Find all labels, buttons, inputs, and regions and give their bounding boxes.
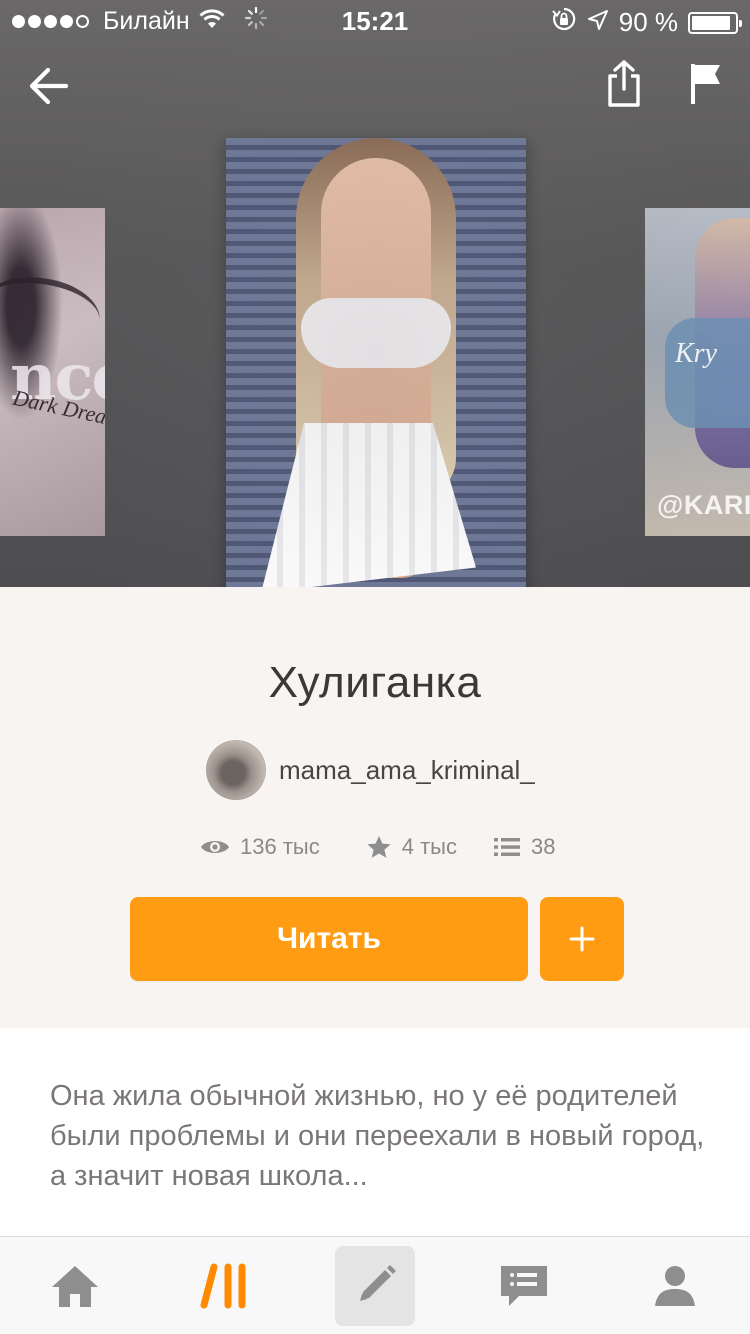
arrow-left-icon — [29, 67, 69, 105]
flag-icon — [691, 64, 720, 104]
home-icon — [52, 1266, 98, 1307]
status-bar: Билайн 15:21 90 % — [0, 0, 750, 40]
cover-current-story[interactable] — [226, 138, 526, 587]
plus-icon — [569, 926, 595, 952]
cover-next-story[interactable]: Kry @KARIN — [645, 208, 750, 536]
person-icon — [655, 1266, 695, 1306]
eye-icon — [201, 841, 229, 853]
battery-level-fill — [692, 15, 730, 30]
bottom-tab-bar — [0, 1236, 750, 1334]
tab-messages[interactable] — [474, 1237, 574, 1334]
votes-stat: 4 тыс — [366, 834, 457, 860]
parts-stat: 38 — [493, 834, 555, 860]
cover-carousel[interactable]: nce Dark Dream Kry @KARIN Билайн — [0, 0, 750, 587]
story-description[interactable]: Она жила обычной жизнью, но у её родител… — [50, 1076, 710, 1196]
tab-profile[interactable] — [625, 1237, 725, 1334]
author-link[interactable]: mama_ama_kriminal_ — [206, 740, 535, 800]
tab-write[interactable] — [335, 1246, 415, 1326]
battery-icon — [688, 11, 742, 34]
author-name[interactable]: mama_ama_kriminal_ — [279, 755, 535, 786]
chat-bubble-icon — [501, 1266, 547, 1306]
cover-script-fragment: Kry — [675, 338, 717, 369]
wattpad-logo-icon — [200, 1263, 246, 1309]
cover-previous-story[interactable]: nce Dark Dream — [0, 208, 105, 536]
cover-photo-top — [301, 298, 451, 368]
avatar[interactable] — [206, 740, 266, 800]
star-icon — [367, 836, 391, 858]
parts-count: 38 — [530, 834, 556, 859]
tab-discover[interactable] — [176, 1237, 276, 1334]
battery-percentage: 90 % — [618, 7, 678, 37]
list-icon — [493, 838, 520, 856]
votes-count: 4 тыс — [401, 834, 457, 859]
tab-home[interactable] — [25, 1237, 125, 1334]
report-button[interactable] — [678, 56, 734, 112]
reads-count: 136 тыс — [240, 834, 320, 859]
share-button[interactable] — [596, 54, 652, 114]
reads-stat: 136 тыс — [200, 834, 320, 860]
cover-watermark: @KARIN — [657, 490, 750, 520]
read-button[interactable]: Читать — [130, 897, 528, 981]
share-icon — [608, 60, 640, 107]
story-stats: 136 тыс 4 тыс 38 — [200, 834, 555, 860]
add-to-library-button[interactable] — [540, 897, 624, 981]
orientation-lock-icon — [551, 6, 577, 39]
location-arrow-icon — [587, 7, 609, 38]
back-button[interactable] — [18, 56, 78, 116]
story-title: Хулиганка — [268, 658, 482, 707]
cover-photo-jacket — [665, 318, 750, 428]
pencil-icon — [360, 1265, 396, 1301]
